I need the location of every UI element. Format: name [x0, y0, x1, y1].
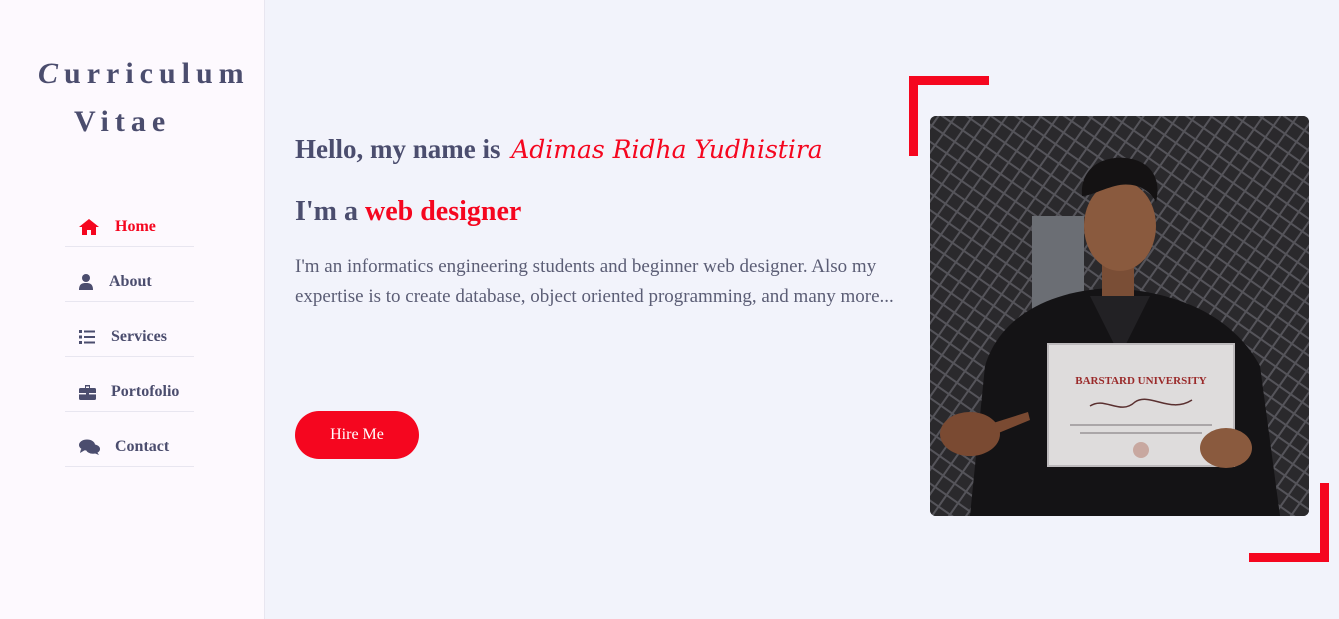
greeting-text: Hello, my name is	[295, 134, 501, 164]
corner-frame-bottom-right-horizontal	[1249, 553, 1329, 562]
briefcase-icon	[79, 383, 97, 401]
sidebar: Curriculum Vitae Home About Services Por…	[0, 0, 265, 619]
nav-item-about[interactable]: About	[65, 263, 194, 302]
nav-item-home[interactable]: Home	[65, 208, 194, 247]
nav-item-contact[interactable]: Contact	[65, 428, 194, 467]
certificate-title: BARSTARD UNIVERSITY	[1075, 375, 1207, 387]
nav-label-home: Home	[115, 218, 156, 235]
site-logo[interactable]: Curriculum Vitae	[38, 50, 248, 146]
nav-label-about: About	[109, 273, 152, 290]
comments-icon	[79, 438, 101, 456]
corner-frame-bottom-right-vertical	[1320, 483, 1329, 562]
user-icon	[79, 273, 95, 291]
hire-me-button[interactable]: Hire Me	[295, 411, 419, 459]
nav-label-contact: Contact	[115, 438, 170, 455]
role-prefix: I'm a	[295, 196, 358, 227]
role-text: web designer	[365, 196, 522, 227]
person-name: Adimas Ridha Yudhistira	[511, 135, 823, 164]
corner-frame-top-left-horizontal	[909, 76, 989, 85]
role-heading: I'm a web designer	[295, 196, 521, 228]
nav-item-portofolio[interactable]: Portofolio	[65, 373, 194, 412]
nav-item-services[interactable]: Services	[65, 318, 194, 357]
logo-initial: C	[38, 57, 65, 90]
profile-photo-illustration: BARSTARD UNIVERSITY	[930, 116, 1309, 516]
nav-label-services: Services	[111, 328, 167, 345]
nav-label-portofolio: Portofolio	[111, 383, 180, 400]
corner-frame-top-left-vertical	[909, 76, 918, 156]
main-nav: Home About Services Portofolio Contact	[65, 208, 194, 483]
greeting-heading: Hello, my name is Adimas Ridha Yudhistir…	[295, 134, 823, 165]
profile-photo: BARSTARD UNIVERSITY	[930, 116, 1309, 516]
list-icon	[79, 328, 97, 346]
hero-description: I'm an informatics engineering students …	[295, 256, 894, 307]
logo-line-2: Vitae	[74, 105, 172, 138]
logo-line-1: urriculum	[64, 57, 250, 90]
home-icon	[79, 218, 101, 236]
